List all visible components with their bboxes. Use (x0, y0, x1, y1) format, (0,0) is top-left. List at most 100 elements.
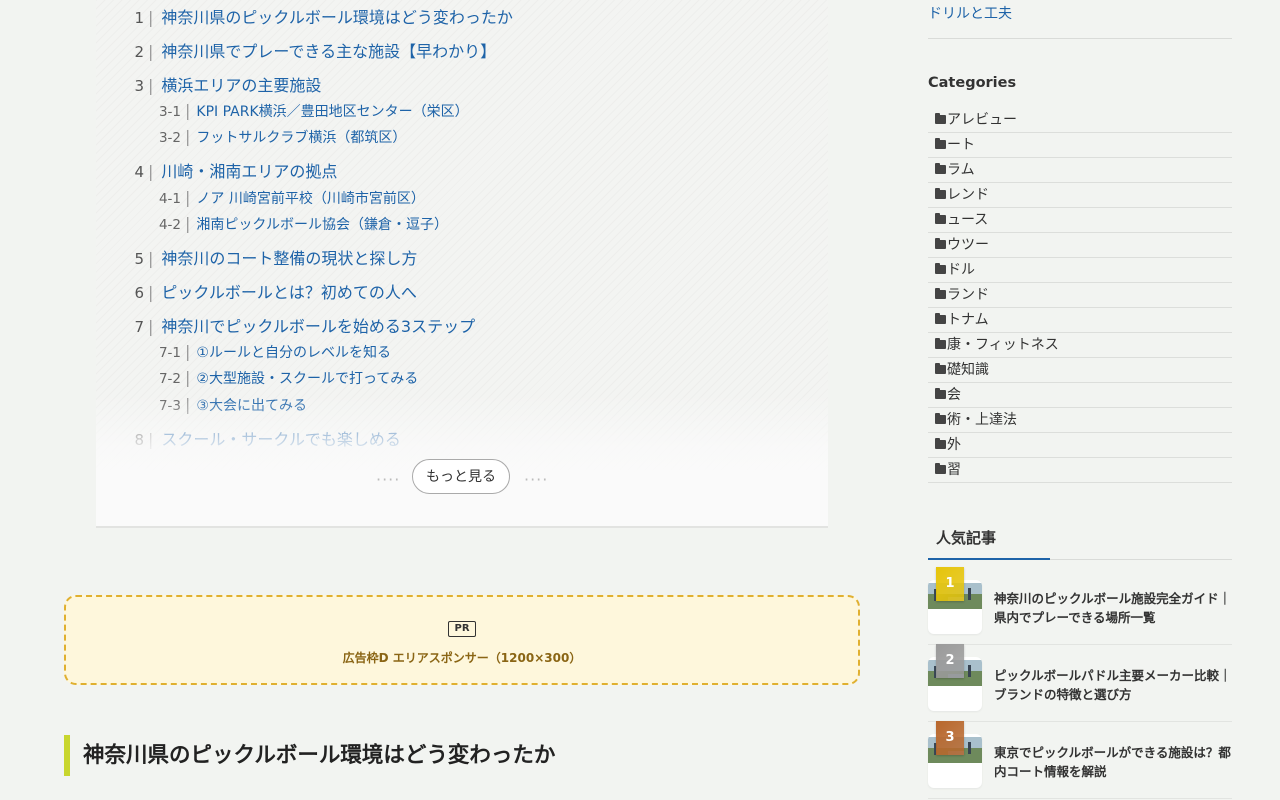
toc-separator: | (185, 188, 191, 207)
toc-item[interactable]: 1 | 神奈川県のピックルボール環境はどう変わったか (96, 4, 513, 28)
toc-item[interactable]: 7 | 神奈川でピックルボールを始める3ステップ (96, 313, 475, 337)
ad-banner[interactable]: PR 広告枠D エリアスポンサー（1200×300） (64, 595, 860, 685)
category-label: 術・上達法 (947, 412, 1017, 428)
folder-icon (935, 313, 946, 324)
toc-item-number: 7-2 (158, 371, 181, 387)
category-label: 礎知識 (947, 362, 989, 378)
popular-item-title[interactable]: ピックルボールパドル主要メーカー比較｜ブランドの特徴と選び方 (994, 666, 1232, 704)
toc-item[interactable]: 3-2 | フットサルクラブ横浜（都筑区） (96, 127, 406, 147)
folder-icon (935, 263, 946, 274)
toc-item[interactable]: 5 | 神奈川のコート整備の現状と探し方 (96, 245, 417, 269)
folder-icon (935, 138, 946, 149)
pr-badge: PR (448, 621, 476, 637)
sidebar-recent-link[interactable]: ドリルと工夫 (928, 3, 1012, 23)
folder-icon (935, 213, 946, 224)
toc-link[interactable]: 横浜エリアの主要施設 (161, 76, 321, 95)
toc-item-number: 4-1 (158, 191, 181, 207)
category-item[interactable]: 外 (928, 433, 1232, 458)
toc-separator: | (148, 8, 154, 27)
category-item[interactable]: ウツー (928, 233, 1232, 258)
toc-link[interactable]: ピックルボールとは？初めての人へ (161, 283, 417, 302)
toc-separator: | (185, 127, 191, 146)
popular-item[interactable]: 1 神奈川のピックルボール施設完全ガイド｜県内でプレーできる場所一覧 (928, 567, 1232, 645)
rank-badge: 1 (936, 567, 964, 601)
toc-link[interactable]: 湘南ピックルボール協会（鎌倉・逗子） (196, 217, 448, 233)
section-heading: 神奈川県のピックルボール環境はどう変わったか (64, 735, 854, 776)
toc-separator: | (185, 214, 191, 233)
category-item[interactable]: ドル (928, 258, 1232, 283)
category-item[interactable]: ラム (928, 158, 1232, 183)
category-label: レンド (947, 187, 989, 203)
toc-item[interactable]: 4-2 | 湘南ピックルボール協会（鎌倉・逗子） (96, 214, 448, 234)
popular-item[interactable]: 2 ピックルボールパドル主要メーカー比較｜ブランドの特徴と選び方 (928, 644, 1232, 722)
category-label: 外 (947, 437, 961, 453)
toc-link[interactable]: 川崎・湘南エリアの拠点 (161, 162, 337, 181)
toc-item[interactable]: 4-1 | ノア 川崎宮前平校（川崎市宮前区） (96, 188, 425, 208)
folder-icon (935, 363, 946, 374)
toc-link[interactable]: ①ルールと自分のレベルを知る (196, 345, 391, 361)
toc-link[interactable]: 神奈川県でプレーできる主な施設【早わかり】 (161, 42, 496, 61)
toc-separator: | (185, 342, 191, 361)
category-label: ドル (947, 262, 975, 278)
toc-item-number: 2 (134, 43, 144, 61)
toc-link[interactable]: ②大型施設・スクールで打ってみる (196, 371, 418, 387)
toc-more-row: ···· もっと見る ···· (96, 459, 828, 497)
toc-link[interactable]: 神奈川でピックルボールを始める3ステップ (161, 317, 475, 336)
toc-item-number: 3-1 (158, 104, 181, 120)
popular-title: 人気記事 (928, 520, 1050, 560)
category-item[interactable]: ート (928, 133, 1232, 158)
category-label: 会 (947, 387, 961, 403)
folder-icon (935, 113, 946, 124)
category-item[interactable]: 会 (928, 383, 1232, 408)
toc-item-number: 7 (134, 318, 144, 336)
popular-item[interactable]: 3 東京でピックルボールができる施設は？都内コート情報を解説 (928, 721, 1232, 799)
toc-item[interactable]: 3-1 | KPI PARK横浜／豊田地区センター（栄区） (96, 101, 469, 121)
folder-icon (935, 413, 946, 424)
folder-icon (935, 338, 946, 349)
toc-separator: | (148, 162, 154, 181)
toc-separator: | (148, 249, 154, 268)
categories-title: Categories (928, 75, 1017, 91)
sidebar-divider (928, 38, 1232, 39)
category-item[interactable]: トナム (928, 308, 1232, 333)
article-body-start (64, 792, 854, 800)
toc-item[interactable]: 7-1 | ①ルールと自分のレベルを知る (96, 342, 391, 362)
category-label: 康・フィットネス (947, 337, 1059, 353)
toc-link[interactable]: フットサルクラブ横浜（都筑区） (196, 130, 406, 146)
toc-item[interactable]: 7-2 | ②大型施設・スクールで打ってみる (96, 368, 418, 388)
folder-icon (935, 288, 946, 299)
toc-separator: | (148, 317, 154, 336)
toc-link[interactable]: 神奈川県のピックルボール環境はどう変わったか (161, 8, 513, 27)
toc-separator: | (185, 101, 191, 120)
category-item[interactable]: 術・上達法 (928, 408, 1232, 433)
toc-item-number: 3-2 (158, 130, 181, 146)
toc-item-number: 1 (134, 9, 144, 27)
toc-link[interactable]: KPI PARK横浜／豊田地区センター（栄区） (196, 104, 468, 120)
category-label: 習 (947, 462, 961, 478)
dots-left-decoration: ···· (376, 470, 401, 489)
toc-link[interactable]: 神奈川のコート整備の現状と探し方 (161, 249, 417, 268)
toc-item[interactable]: 4 | 川崎・湘南エリアの拠点 (96, 158, 337, 182)
category-item[interactable]: アレビュー (928, 108, 1232, 133)
rank-badge: 3 (936, 721, 964, 755)
category-label: ラム (947, 162, 975, 178)
category-item[interactable]: 礎知識 (928, 358, 1232, 383)
category-item[interactable]: 康・フィットネス (928, 333, 1232, 358)
rank-badge: 2 (936, 644, 964, 678)
toc-item[interactable]: 3 | 横浜エリアの主要施設 (96, 72, 321, 96)
category-item[interactable]: 習 (928, 458, 1232, 483)
toc-item[interactable]: 2 | 神奈川県でプレーできる主な施設【早わかり】 (96, 38, 496, 62)
toc-item[interactable]: 6 | ピックルボールとは？初めての人へ (96, 279, 417, 303)
category-label: トナム (947, 312, 989, 328)
category-item[interactable]: ランド (928, 283, 1232, 308)
category-item[interactable]: レンド (928, 183, 1232, 208)
toc-link[interactable]: ノア 川崎宮前平校（川崎市宮前区） (196, 191, 424, 207)
popular-item-title[interactable]: 東京でピックルボールができる施設は？都内コート情報を解説 (994, 743, 1232, 781)
show-more-button[interactable]: もっと見る (412, 459, 510, 494)
popular-header: 人気記事 (928, 520, 1232, 560)
folder-icon (935, 188, 946, 199)
category-label: ウツー (947, 237, 989, 253)
category-item[interactable]: ュース (928, 208, 1232, 233)
toc-item-number: 5 (134, 250, 144, 268)
popular-item-title[interactable]: 神奈川のピックルボール施設完全ガイド｜県内でプレーできる場所一覧 (994, 589, 1232, 627)
